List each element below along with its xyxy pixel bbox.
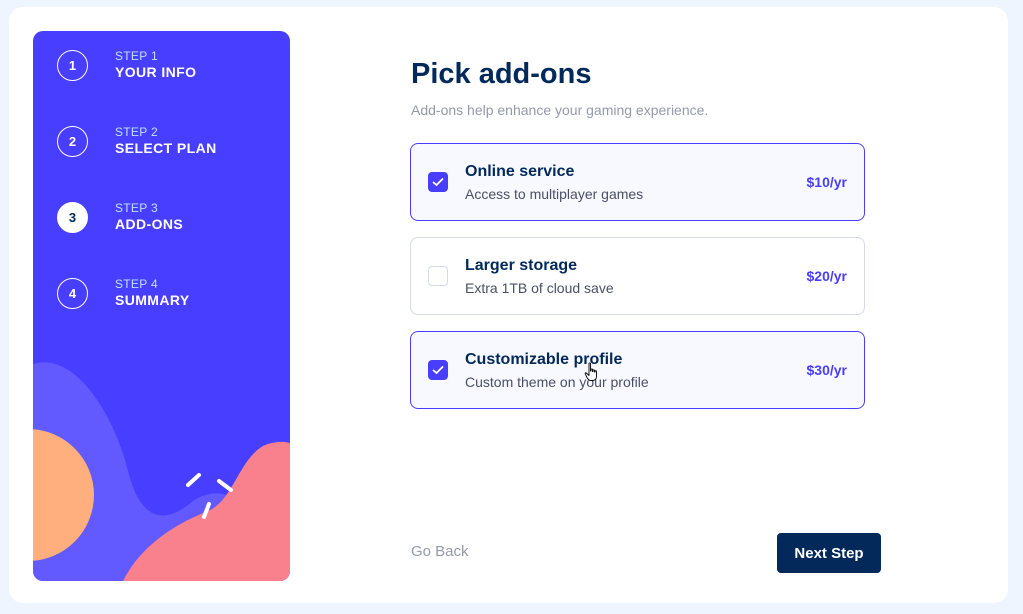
step-label: STEP 4 [115, 276, 158, 291]
check-icon [432, 177, 444, 187]
addon-price: $20/yr [806, 268, 847, 284]
sidebar-step-1[interactable]: 1 STEP 1 YOUR INFO [57, 47, 277, 83]
step-title: SUMMARY [115, 291, 190, 308]
sidebar: 1 STEP 1 YOUR INFO 2 STEP 2 SELECT PLAN … [33, 31, 290, 581]
addon-checkbox[interactable] [428, 360, 448, 380]
addon-name: Customizable profile [465, 350, 623, 368]
check-icon [432, 365, 444, 375]
step-label: STEP 3 [115, 200, 158, 215]
step-label: STEP 1 [115, 48, 158, 63]
sidebar-step-2[interactable]: 2 STEP 2 SELECT PLAN [57, 123, 277, 159]
sidebar-step-3[interactable]: 3 STEP 3 ADD-ONS [57, 199, 277, 235]
step-title: ADD-ONS [115, 215, 184, 232]
step-label: STEP 2 [115, 124, 158, 139]
step-number-badge: 4 [57, 277, 88, 309]
step-number-badge: 3 [57, 201, 88, 233]
addon-checkbox[interactable] [428, 266, 448, 286]
addon-name: Larger storage [465, 256, 578, 274]
addon-description: Extra 1TB of cloud save [465, 279, 614, 296]
step-number-badge: 2 [57, 125, 88, 157]
addon-online-service[interactable]: Online service Access to multiplayer gam… [410, 143, 865, 221]
sidebar-step-4[interactable]: 4 STEP 4 SUMMARY [57, 275, 277, 311]
addon-price: $10/yr [806, 174, 847, 190]
go-back-button[interactable]: Go Back [411, 543, 469, 560]
page-subtitle: Add-ons help enhance your gaming experie… [411, 102, 709, 118]
addon-larger-storage[interactable]: Larger storage Extra 1TB of cloud save $… [410, 237, 865, 315]
step-title: SELECT PLAN [115, 139, 217, 156]
addon-name: Online service [465, 162, 575, 180]
addon-description: Access to multiplayer games [465, 185, 644, 202]
addon-customizable-profile[interactable]: Customizable profile Custom theme on you… [410, 331, 865, 409]
page-title: Pick add-ons [411, 58, 592, 90]
next-step-button[interactable]: Next Step [777, 533, 881, 573]
step-number-badge: 1 [57, 49, 88, 81]
hand-pointer-icon [584, 362, 597, 381]
addon-price: $30/yr [806, 362, 847, 378]
addon-description: Custom theme on your profile [465, 373, 649, 390]
step-title: YOUR INFO [115, 63, 197, 80]
addon-checkbox[interactable] [428, 172, 448, 192]
main-content: Pick add-ons Add-ons help enhance your g… [411, 55, 881, 119]
